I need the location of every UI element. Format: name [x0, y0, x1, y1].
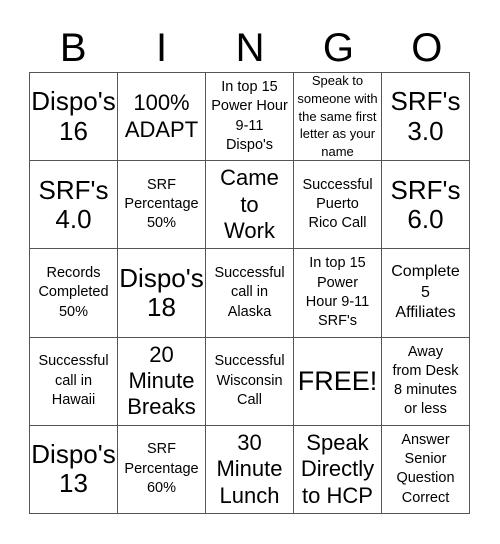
bingo-cell[interactable]: SRF's 4.0	[30, 161, 118, 250]
bingo-cell[interactable]: Successful call in Hawaii	[30, 337, 118, 426]
bingo-cell[interactable]: Records Completed 50%	[30, 249, 118, 338]
bingo-cell[interactable]: SRF Percentage 50%	[118, 161, 206, 250]
bingo-cell[interactable]: Answer Senior Question Correct	[382, 425, 470, 514]
bingo-cell[interactable]: In top 15 Power Hour 9-11 SRF's	[294, 249, 382, 338]
bingo-cell[interactable]: Successful Wisconsin Call	[206, 337, 294, 426]
bingo-header: B I N G O	[29, 24, 471, 72]
free-space[interactable]: FREE!	[294, 337, 382, 426]
header-letter-o: O	[411, 26, 443, 70]
bingo-cell[interactable]: Successful call in Alaska	[206, 249, 294, 338]
bingo-cell[interactable]: 30 Minute Lunch	[206, 425, 294, 514]
bingo-cell[interactable]: Away from Desk 8 minutes or less	[382, 337, 470, 426]
bingo-cell[interactable]: Came to Work	[206, 161, 294, 250]
header-letter-i: I	[156, 26, 168, 70]
bingo-cell[interactable]: Speak to someone with the same first letter…	[294, 73, 382, 162]
header-letter-b: B	[59, 26, 87, 70]
bingo-cell[interactable]: Dispo's 13	[30, 425, 118, 514]
bingo-cell[interactable]: In top 15 Power Hour 9-11 Dispo's	[206, 73, 294, 162]
bingo-cell[interactable]: SRF's 3.0	[382, 73, 470, 162]
bingo-cell[interactable]: Successful Puerto Rico Call	[294, 161, 382, 250]
bingo-grid: Dispo's 16 100% ADAPT In top 15 Power Hour 9…	[29, 72, 470, 514]
bingo-cell[interactable]: SRF's 6.0	[382, 161, 470, 250]
bingo-cell[interactable]: 20 Minute Breaks	[118, 337, 206, 426]
bingo-cell[interactable]: Complete 5 Affiliates	[382, 249, 470, 338]
header-letter-g: G	[322, 26, 354, 70]
bingo-cell[interactable]: Dispo's 16	[30, 73, 118, 162]
header-letter-n: N	[235, 26, 265, 70]
bingo-cell[interactable]: Speak Directly to HCP	[294, 425, 382, 514]
bingo-cell[interactable]: SRF Percentage 60%	[118, 425, 206, 514]
bingo-cell[interactable]: Dispo's 18	[118, 249, 206, 338]
bingo-cell[interactable]: 100% ADAPT	[118, 73, 206, 162]
